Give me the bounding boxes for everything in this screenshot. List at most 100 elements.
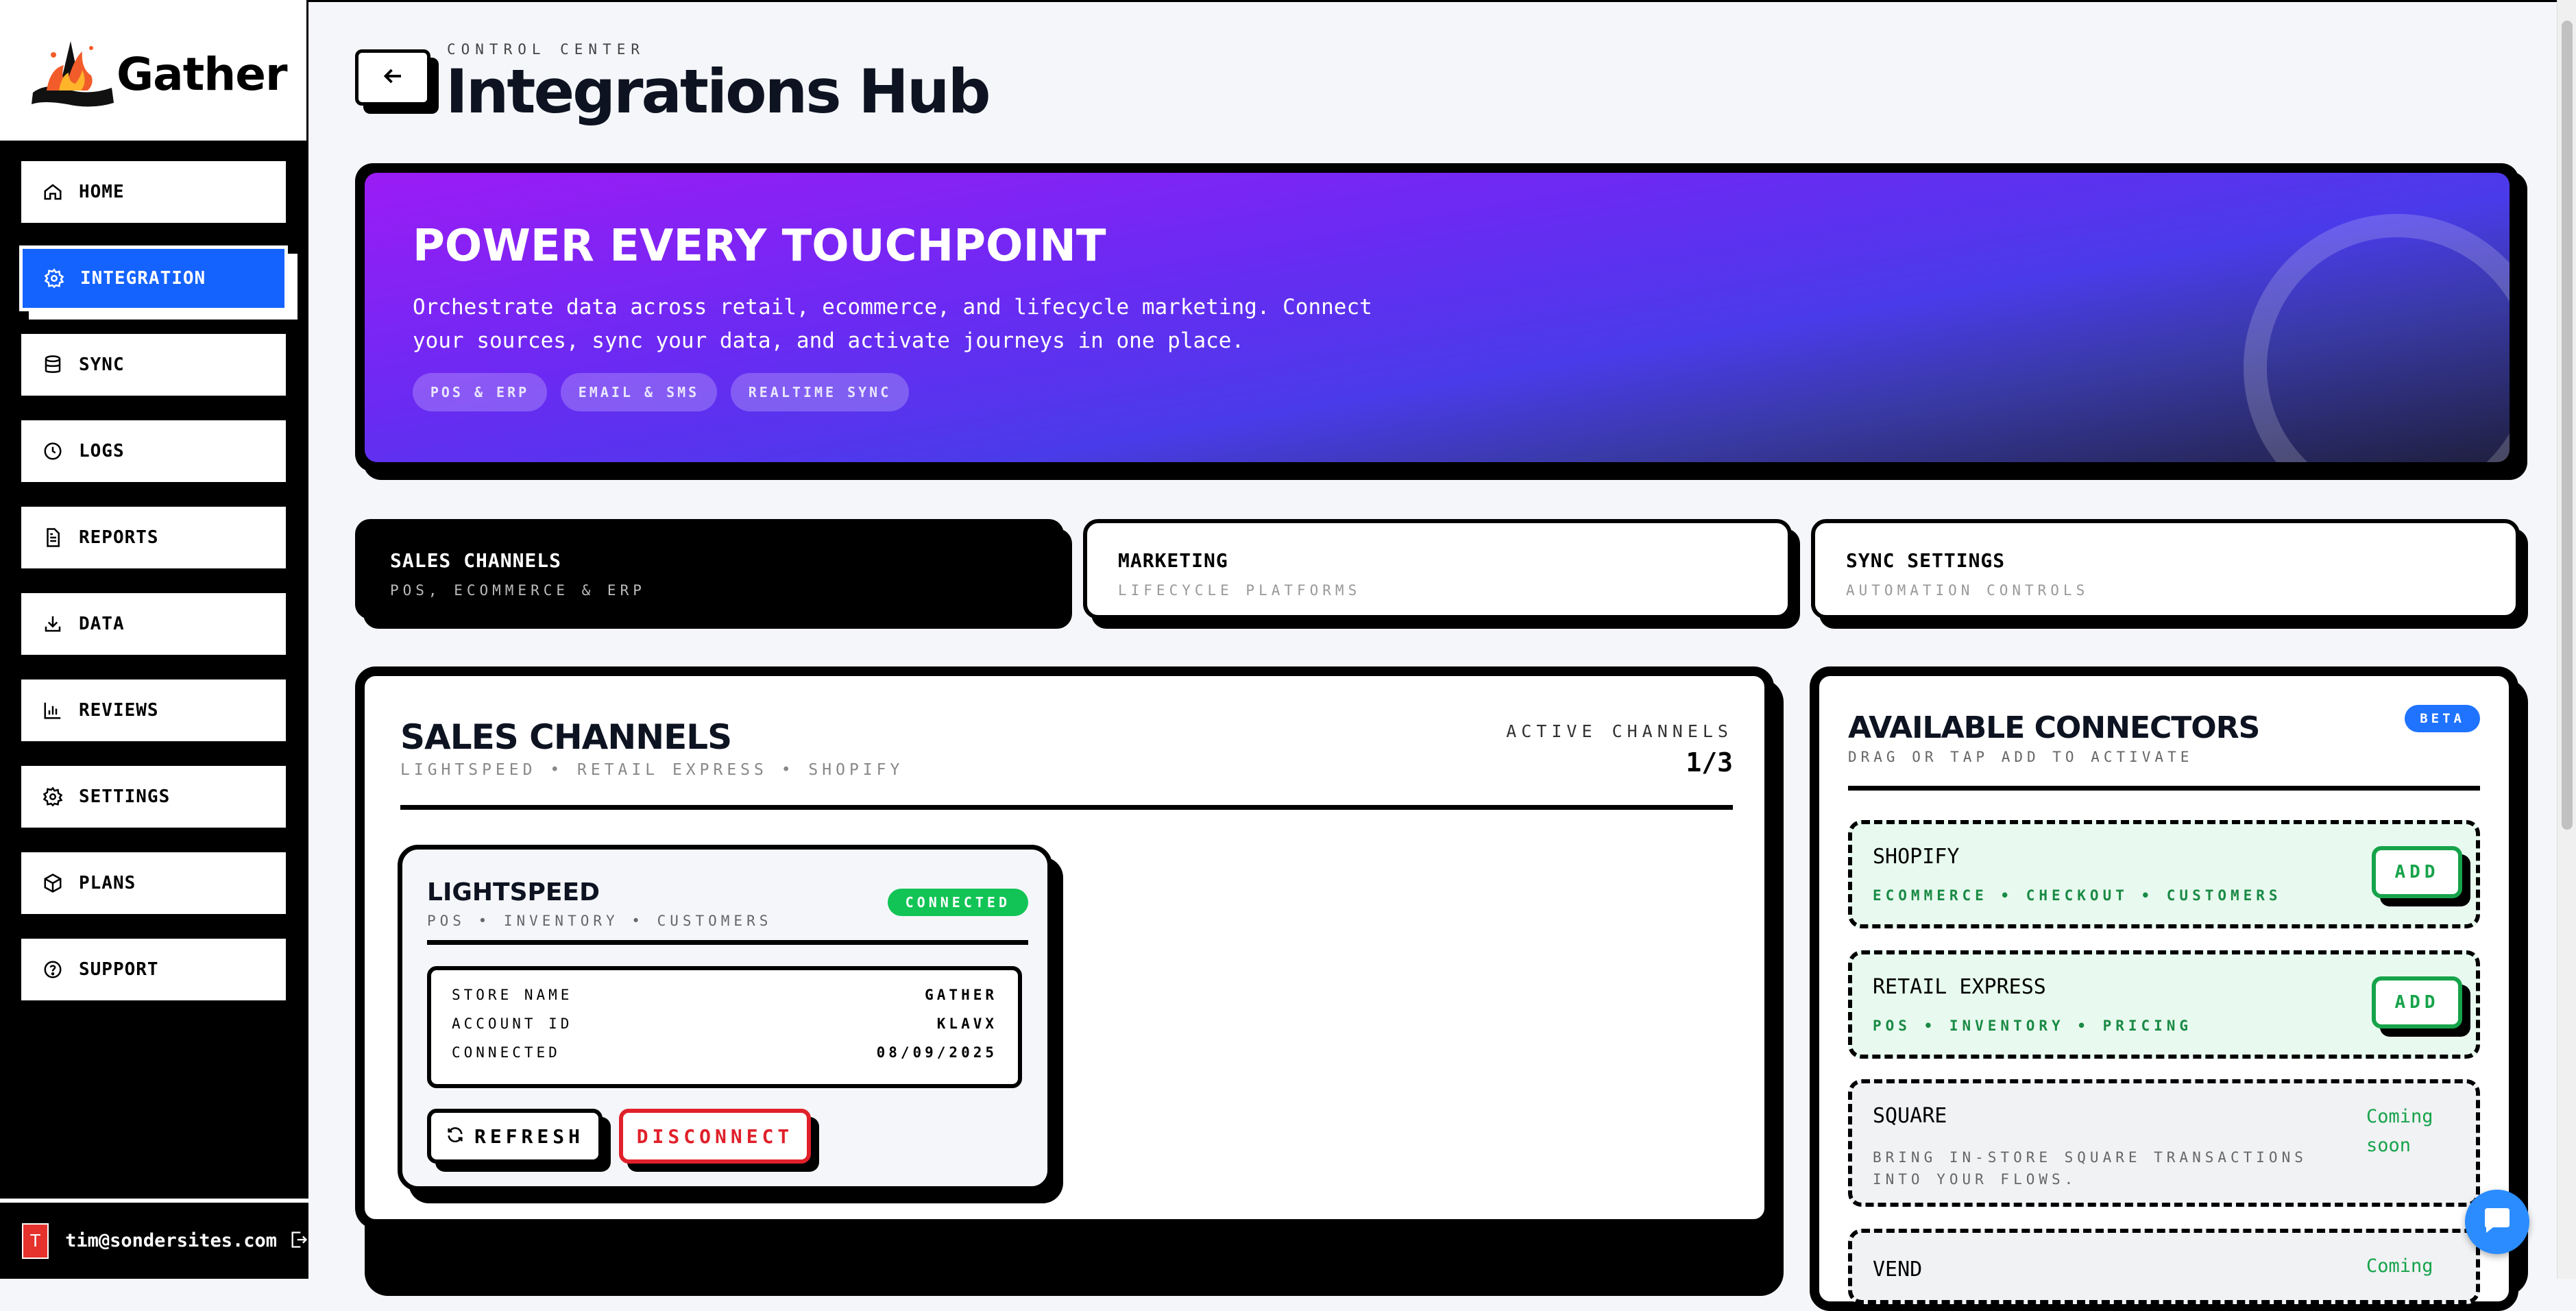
sidebar-item-integration[interactable]: INTEGRATION: [19, 245, 288, 311]
divider: [400, 805, 1733, 810]
brand-header[interactable]: Gather: [0, 0, 306, 141]
tab-subtitle: LIFECYCLE PLATFORMS: [1118, 582, 1361, 599]
tab-sales-channels[interactable]: SALES CHANNELS POS, ECOMMERCE & ERP: [355, 519, 1064, 619]
connection-details: STORE NAME GATHER ACCOUNT ID KLAVX CONNE…: [427, 966, 1022, 1088]
sidebar-item-data[interactable]: DATA: [19, 591, 288, 657]
active-channels-label: ACTIVE CHANNELS: [1506, 721, 1733, 741]
tab-marketing[interactable]: MARKETING LIFECYCLE PLATFORMS: [1083, 519, 1792, 619]
lightspeed-card: LIGHTSPEED POS • INVENTORY • CUSTOMERS C…: [398, 845, 1052, 1191]
add-shopify-button[interactable]: ADD: [2372, 846, 2462, 898]
page-title: Integrations Hub: [446, 56, 991, 127]
sidebar-item-label: SYNC: [79, 354, 125, 375]
sidebar-item-label: LOGS: [79, 441, 125, 461]
disconnect-label: DISCONNECT: [636, 1124, 794, 1148]
connectors-title: AVAILABLE CONNECTORS: [1848, 710, 2260, 745]
hero-banner: POWER EVERY TOUCHPOINT Orchestrate data …: [355, 163, 2519, 472]
card-subtitle: POS • INVENTORY • CUSTOMERS: [427, 913, 773, 929]
divider: [1848, 786, 2480, 791]
beta-badge: BETA: [2405, 705, 2480, 732]
connector-retail-express[interactable]: RETAIL EXPRESS POS • INVENTORY • PRICING…: [1848, 950, 2480, 1059]
sidebar-item-label: DATA: [79, 614, 125, 634]
user-account-bar: T tim@sondersites.com: [0, 1199, 308, 1279]
connector-subtitle: ECOMMERCE • CHECKOUT • CUSTOMERS: [1873, 887, 2282, 904]
detail-value: 08/09/2025: [876, 1044, 997, 1061]
logout-icon[interactable]: [289, 1230, 308, 1252]
detail-row: STORE NAME GATHER: [452, 987, 997, 1011]
hero-title: POWER EVERY TOUCHPOINT: [413, 221, 1106, 272]
document-icon: [40, 525, 65, 550]
gear-icon: [42, 266, 66, 291]
decorative-ring: [2244, 214, 2510, 462]
tab-sync-settings[interactable]: SYNC SETTINGS AUTOMATION CONTROLS: [1811, 519, 2520, 619]
hero-chip: POS & ERP: [413, 373, 547, 411]
detail-key: ACCOUNT ID: [452, 1015, 573, 1032]
detail-value: KLAVX: [936, 1015, 997, 1032]
clock-icon: [40, 439, 65, 464]
sidebar: Gather HOME INTEGRATION SYNC LOGS REPORT…: [0, 0, 308, 1279]
sidebar-item-home[interactable]: HOME: [19, 159, 288, 225]
sidebar-item-label: SUPPORT: [79, 959, 159, 980]
sidebar-item-settings[interactable]: SETTINGS: [19, 764, 288, 830]
connector-subtitle: BRING IN-STORE SQUARE TRANSACTIONS INTO …: [1873, 1149, 2307, 1188]
sidebar-item-sync[interactable]: SYNC: [19, 332, 288, 398]
chat-support-button[interactable]: [2465, 1190, 2529, 1254]
section-title: SALES CHANNELS: [400, 717, 732, 757]
hero-chip: REALTIME SYNC: [731, 373, 909, 411]
download-icon: [40, 612, 65, 636]
refresh-label: REFRESH: [474, 1124, 584, 1148]
coming-soon-label: Coming: [2366, 1255, 2433, 1277]
sidebar-item-label: SETTINGS: [79, 786, 171, 807]
tab-title: SALES CHANNELS: [390, 549, 562, 572]
package-icon: [40, 871, 65, 895]
home-icon: [40, 180, 65, 204]
scrollbar-thumb[interactable]: [2562, 21, 2573, 830]
page-eyebrow: CONTROL CENTER: [447, 41, 646, 58]
refresh-button[interactable]: REFRESH: [427, 1109, 603, 1164]
section-subtitle: LIGHTSPEED • RETAIL EXPRESS • SHOPIFY: [400, 761, 904, 779]
user-email: tim@sondersites.com: [65, 1230, 277, 1251]
connector-subtitle: POS • INVENTORY • PRICING: [1873, 1018, 2193, 1034]
sidebar-item-plans[interactable]: PLANS: [19, 850, 288, 916]
brand-name: Gather: [117, 48, 288, 101]
sidebar-item-logs[interactable]: LOGS: [19, 418, 288, 484]
help-circle-icon: [40, 957, 65, 982]
sidebar-item-label: INTEGRATION: [80, 268, 206, 289]
status-badge: CONNECTED: [887, 889, 1028, 916]
hero-chip: EMAIL & SMS: [561, 373, 717, 411]
scrollbar[interactable]: [2557, 0, 2576, 1279]
gear-icon: [40, 784, 65, 809]
sidebar-item-label: PLANS: [79, 873, 136, 893]
tab-title: MARKETING: [1118, 549, 1228, 572]
tab-subtitle: POS, ECOMMERCE & ERP: [390, 582, 646, 599]
detail-row: ACCOUNT ID KLAVX: [452, 1015, 997, 1040]
bonfire-logo-icon: [32, 41, 114, 107]
detail-key: CONNECTED: [452, 1044, 561, 1061]
avatar: T: [22, 1223, 49, 1259]
connector-name: SHOPIFY: [1873, 845, 1960, 869]
hero-gradient: POWER EVERY TOUCHPOINT Orchestrate data …: [365, 173, 2510, 462]
hero-description: Orchestrate data across retail, ecommerc…: [413, 295, 1372, 353]
connector-square: SQUARE BRING IN-STORE SQUARE TRANSACTION…: [1848, 1079, 2480, 1207]
detail-key: STORE NAME: [452, 987, 573, 1003]
chat-bubble-icon: [2481, 1204, 2514, 1240]
window-top-border: [0, 0, 2576, 2]
connector-name: SQUARE: [1873, 1104, 1947, 1128]
connector-shopify[interactable]: SHOPIFY ECOMMERCE • CHECKOUT • CUSTOMERS…: [1848, 820, 2480, 928]
connector-name: RETAIL EXPRESS: [1873, 975, 2046, 999]
sidebar-item-reviews[interactable]: REVIEWS: [19, 677, 288, 743]
add-retail-express-button[interactable]: ADD: [2372, 976, 2462, 1029]
disconnect-button[interactable]: DISCONNECT: [619, 1109, 811, 1164]
tab-title: SYNC SETTINGS: [1846, 549, 2006, 572]
bar-chart-icon: [40, 698, 65, 723]
coming-soon-label: Coming soon: [2366, 1106, 2433, 1156]
detail-value: GATHER: [925, 987, 997, 1003]
back-button[interactable]: [355, 49, 430, 106]
sidebar-item-support[interactable]: SUPPORT: [19, 937, 288, 1002]
tab-subtitle: AUTOMATION CONTROLS: [1846, 582, 2089, 599]
connector-vend: VEND Coming: [1848, 1229, 2480, 1304]
sidebar-item-label: HOME: [79, 182, 125, 202]
sidebar-item-reports[interactable]: REPORTS: [19, 505, 288, 570]
arrow-left-icon: [380, 64, 405, 91]
sidebar-item-label: REPORTS: [79, 527, 159, 548]
connector-name: VEND: [1873, 1258, 1923, 1282]
